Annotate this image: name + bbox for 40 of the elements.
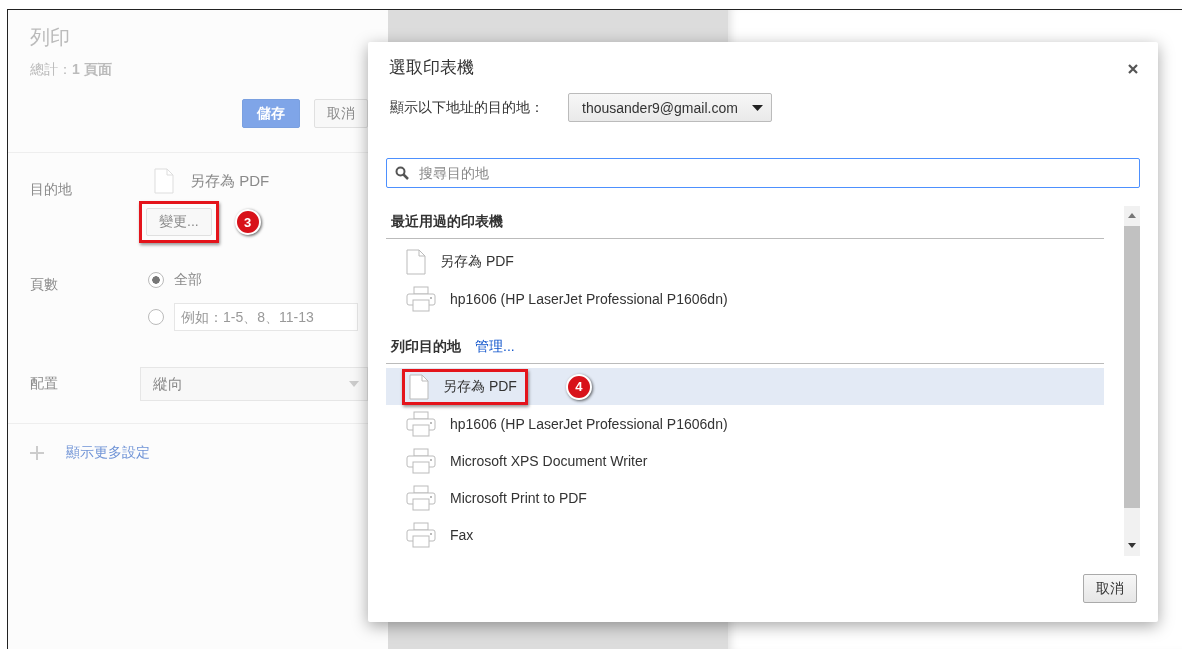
printer-list-item[interactable]: Fax (386, 516, 1104, 553)
document-icon (409, 373, 429, 400)
printer-list-item[interactable]: 另存為 PDF (386, 243, 1104, 280)
search-field[interactable]: 搜尋目的地 (386, 158, 1140, 188)
cancel-button[interactable]: 取消 (1083, 574, 1137, 603)
caret-icon (349, 381, 359, 387)
step-number-badge: 3 (234, 209, 261, 235)
printer-icon (406, 410, 436, 437)
step-number-badge: 4 (565, 373, 592, 400)
caret-icon (751, 104, 763, 111)
printer-icon (406, 521, 436, 548)
account-label: 顯示以下地址的目的地： (390, 98, 544, 117)
section-heading: 最近用過的印表機 (391, 213, 503, 231)
printer-icon (406, 484, 436, 511)
printer-list-item[interactable]: Microsoft XPS Document Writer (386, 442, 1104, 479)
option-label: 全部 (174, 271, 202, 289)
page-range-field[interactable]: 例如：1-5、8、11-13 (174, 303, 358, 331)
page-count: 總計：1 頁面 (30, 61, 113, 79)
printer-icon (406, 285, 436, 312)
setting-label: 頁數 (30, 275, 59, 294)
document-icon (406, 248, 426, 275)
account-dropdown[interactable]: thousander9@gmail.com (568, 93, 772, 122)
printer-list-item[interactable]: Microsoft Print to PDF (386, 479, 1104, 516)
setting-label: 目的地 (30, 180, 73, 199)
printer-icon (406, 447, 436, 474)
printer-list-item[interactable]: 另存為 PDF 4 (386, 368, 1104, 405)
highlight-frame: 另存為 PDF (402, 368, 528, 405)
manage-link[interactable]: 管理... (475, 338, 515, 356)
document-icon (154, 168, 174, 194)
section-heading: 列印目的地 (391, 338, 461, 356)
printer-list-item[interactable]: hp1606 (HP LaserJet Professional P1606dn) (386, 405, 1104, 442)
printer-list-item[interactable]: hp1606 (HP LaserJet Professional P1606dn) (386, 280, 1104, 317)
close-icon (1128, 63, 1138, 74)
plus-icon (30, 446, 44, 460)
setting-label: 配置 (30, 374, 59, 393)
radio-button[interactable] (148, 272, 164, 288)
dialog-title: 選取印表機 (389, 57, 474, 79)
panel-title: 列印 (30, 25, 71, 50)
destination-name: 另存為 PDF (190, 171, 270, 191)
radio-button[interactable] (148, 309, 164, 325)
